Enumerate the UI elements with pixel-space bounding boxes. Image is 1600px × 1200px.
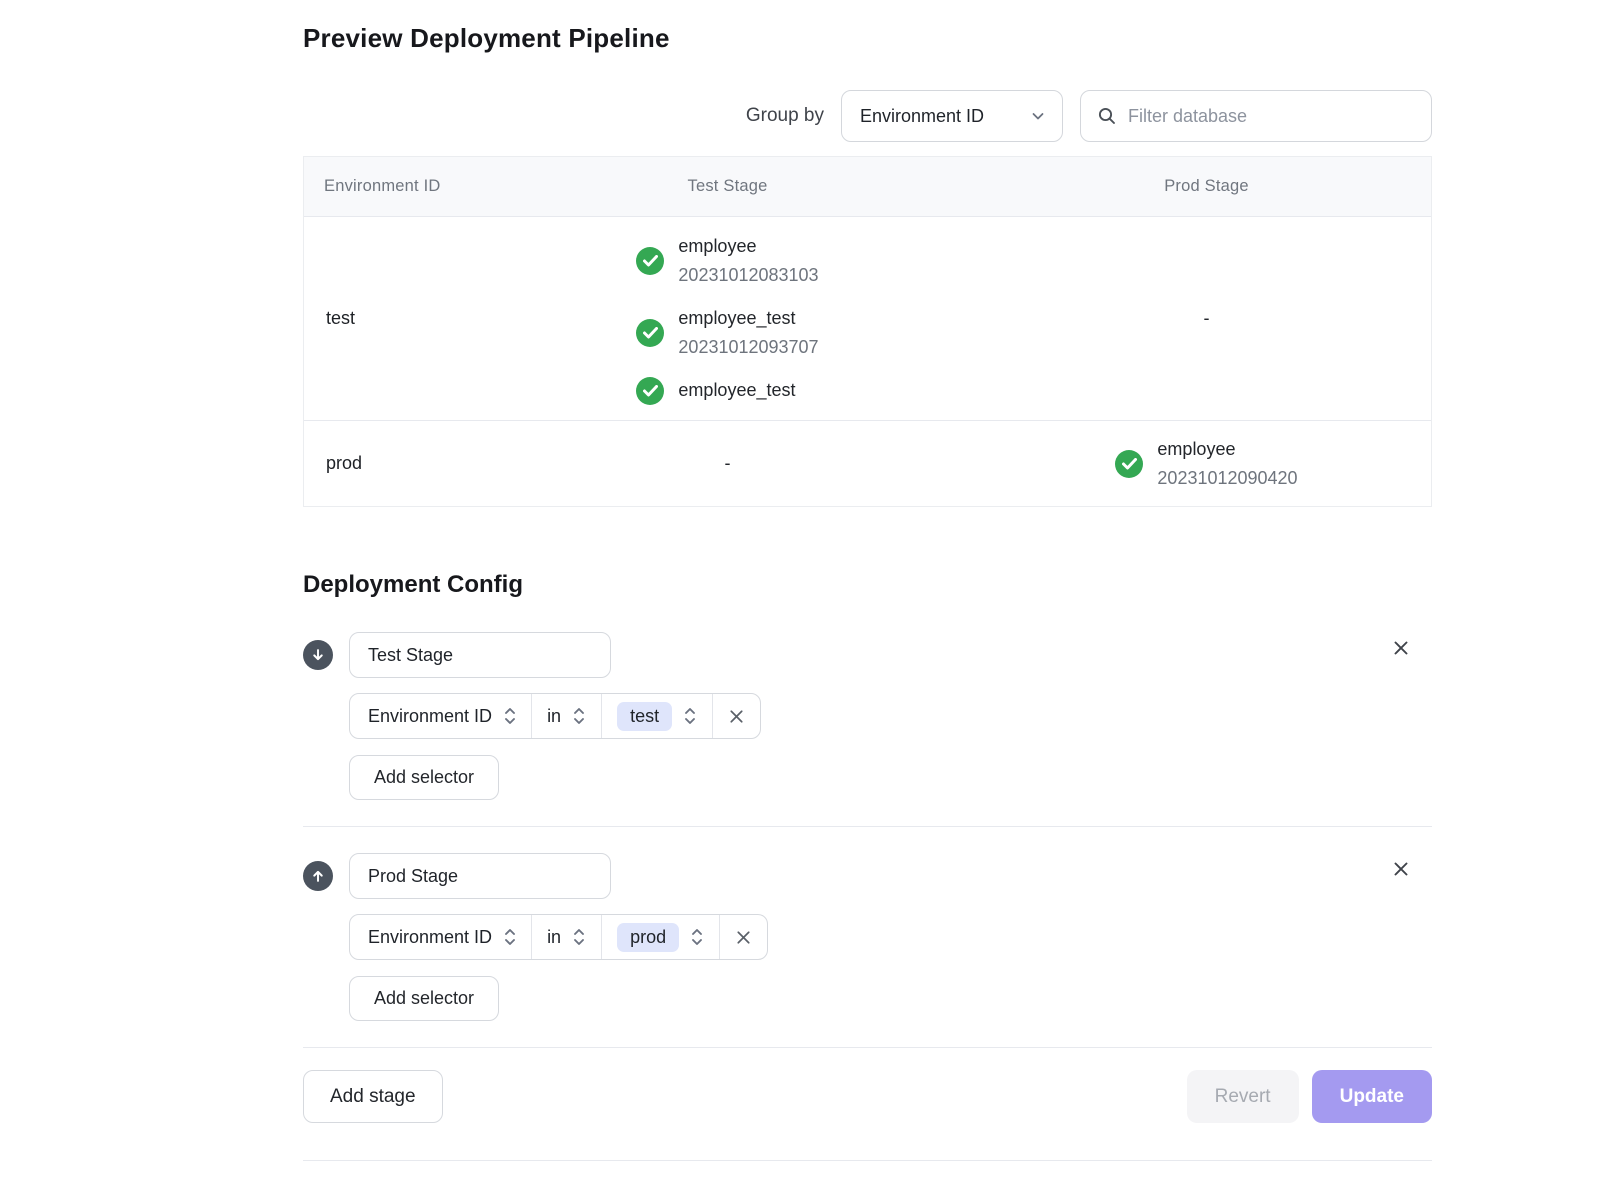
selector-row: Environment ID in prod bbox=[349, 914, 768, 960]
selector-field-select[interactable]: Environment ID bbox=[350, 694, 531, 738]
deployment-config-heading: Deployment Config bbox=[303, 571, 1432, 599]
environment-id-cell: test bbox=[304, 217, 473, 420]
table-row: test employee 20231012083103 bbox=[304, 216, 1431, 420]
add-selector-button[interactable]: Add selector bbox=[349, 755, 499, 800]
selector-field-value: Environment ID bbox=[368, 706, 492, 727]
selector-value-pill: test bbox=[617, 702, 672, 731]
column-header-environment-id: Environment ID bbox=[304, 157, 473, 216]
up-down-stepper-icon bbox=[503, 705, 517, 727]
environment-id-cell: prod bbox=[304, 421, 473, 506]
group-by-label: Group by bbox=[746, 105, 824, 127]
stage-config-prod: Environment ID in prod bbox=[303, 853, 1432, 1021]
bottom-divider bbox=[303, 1160, 1432, 1161]
group-by-selected-value: Environment ID bbox=[860, 106, 984, 127]
deployment-entry: employee_test bbox=[636, 376, 818, 405]
arrow-down-circle-icon bbox=[303, 640, 333, 670]
test-stage-cell: employee 20231012083103 employee_test 20… bbox=[473, 217, 982, 420]
filter-database-input[interactable] bbox=[1128, 106, 1417, 127]
deployment-name: employee bbox=[678, 232, 818, 261]
selector-operator-select[interactable]: in bbox=[531, 915, 601, 959]
remove-selector-button[interactable] bbox=[719, 915, 767, 959]
close-icon bbox=[1391, 859, 1411, 879]
deployment-name: employee bbox=[1157, 435, 1297, 464]
footer-actions: Add stage Revert Update bbox=[303, 1070, 1432, 1123]
remove-stage-button[interactable] bbox=[1388, 635, 1414, 661]
deployment-version: 20231012083103 bbox=[678, 261, 818, 290]
search-icon bbox=[1097, 106, 1117, 126]
prod-stage-cell: - bbox=[982, 217, 1431, 420]
up-down-stepper-icon bbox=[690, 926, 704, 948]
check-circle-icon bbox=[1115, 450, 1143, 478]
column-header-test-stage: Test Stage bbox=[473, 157, 982, 216]
close-icon bbox=[727, 707, 746, 726]
arrow-up-circle-icon bbox=[303, 861, 333, 891]
toolbar: Group by Environment ID bbox=[303, 90, 1432, 142]
selector-value-pill: prod bbox=[617, 923, 679, 952]
filter-database-field[interactable] bbox=[1080, 90, 1432, 142]
deployment-name: employee_test bbox=[678, 376, 795, 405]
update-button[interactable]: Update bbox=[1312, 1070, 1432, 1123]
selector-field-select[interactable]: Environment ID bbox=[350, 915, 531, 959]
deployment-version: 20231012090420 bbox=[1157, 464, 1297, 493]
stage-name-input[interactable] bbox=[349, 853, 611, 899]
up-down-stepper-icon bbox=[683, 705, 697, 727]
deployment-entry: employee 20231012083103 bbox=[636, 232, 818, 290]
close-icon bbox=[734, 928, 753, 947]
stage-divider bbox=[303, 826, 1432, 827]
table-header-row: Environment ID Test Stage Prod Stage bbox=[304, 156, 1431, 216]
remove-stage-button[interactable] bbox=[1388, 856, 1414, 882]
pipeline-table: Environment ID Test Stage Prod Stage tes… bbox=[303, 156, 1432, 507]
stage-name-input[interactable] bbox=[349, 632, 611, 678]
selector-field-value: Environment ID bbox=[368, 927, 492, 948]
selector-value-select[interactable]: test bbox=[601, 694, 712, 738]
up-down-stepper-icon bbox=[503, 926, 517, 948]
deployment-version: 20231012093707 bbox=[678, 333, 818, 362]
add-stage-button[interactable]: Add stage bbox=[303, 1070, 443, 1123]
prod-stage-cell: employee 20231012090420 bbox=[982, 421, 1431, 506]
close-icon bbox=[1391, 638, 1411, 658]
deployment-entry: employee 20231012090420 bbox=[1115, 435, 1297, 493]
remove-selector-button[interactable] bbox=[712, 694, 760, 738]
up-down-stepper-icon bbox=[572, 705, 586, 727]
up-down-stepper-icon bbox=[572, 926, 586, 948]
selector-operator-select[interactable]: in bbox=[531, 694, 601, 738]
check-circle-icon bbox=[636, 247, 664, 275]
table-row: prod - employee 20231012090420 bbox=[304, 420, 1431, 506]
group-by-select[interactable]: Environment ID bbox=[841, 90, 1063, 142]
footer-divider bbox=[303, 1047, 1432, 1048]
column-header-prod-stage: Prod Stage bbox=[982, 157, 1431, 216]
selector-operator-value: in bbox=[547, 706, 561, 727]
add-selector-button[interactable]: Add selector bbox=[349, 976, 499, 1021]
deployment-entry: employee_test 20231012093707 bbox=[636, 304, 818, 362]
revert-button[interactable]: Revert bbox=[1187, 1070, 1299, 1123]
page-title: Preview Deployment Pipeline bbox=[303, 23, 1432, 54]
selector-operator-value: in bbox=[547, 927, 561, 948]
chevron-down-icon bbox=[1030, 108, 1046, 124]
test-stage-cell: - bbox=[473, 421, 982, 506]
selector-value-select[interactable]: prod bbox=[601, 915, 719, 959]
deployment-pipeline-page: Preview Deployment Pipeline Group by Env… bbox=[303, 0, 1432, 1161]
deployment-name: employee_test bbox=[678, 304, 818, 333]
selector-row: Environment ID in test bbox=[349, 693, 761, 739]
check-circle-icon bbox=[636, 319, 664, 347]
stage-config-test: Environment ID in test bbox=[303, 632, 1432, 800]
check-circle-icon bbox=[636, 377, 664, 405]
